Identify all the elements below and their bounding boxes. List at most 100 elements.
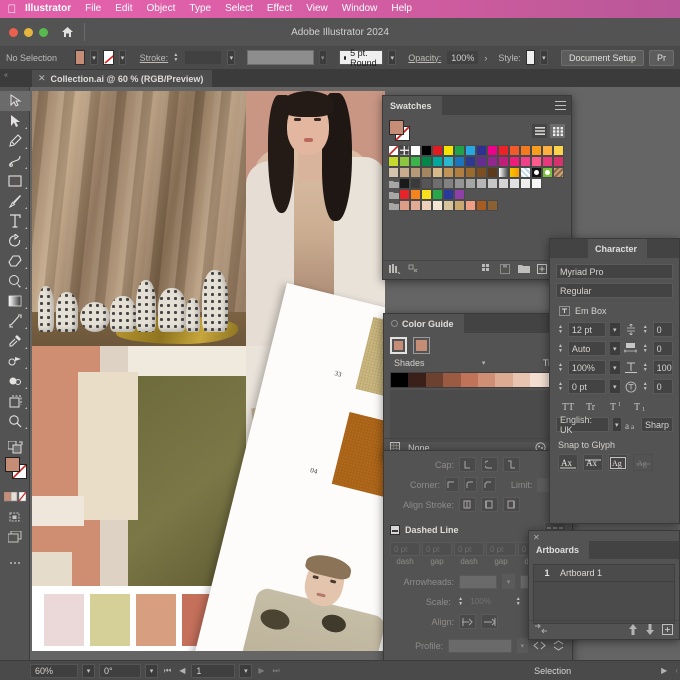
swatch-grid[interactable] [383, 145, 571, 211]
kerning-stepper[interactable]: ▲ ▼ [641, 322, 650, 337]
superscript-icon[interactable]: T1 [608, 398, 624, 413]
swatch-color[interactable] [487, 167, 498, 178]
fill-swatch-button[interactable] [74, 50, 86, 65]
swatch-row[interactable] [388, 145, 566, 156]
type-tool[interactable] [0, 211, 30, 231]
bevel-join-button[interactable] [482, 477, 497, 492]
swatch-row[interactable] [388, 200, 566, 211]
paintbrush-tool[interactable] [0, 191, 30, 211]
stroke-label[interactable]: Stroke: [140, 53, 169, 63]
swatch-color[interactable] [531, 156, 542, 167]
scale-end-stepper[interactable]: ▲ ▼ [513, 594, 523, 609]
folder-icon[interactable] [388, 200, 399, 211]
swatch-gray[interactable] [531, 178, 542, 189]
live-paint-tool[interactable] [0, 371, 30, 391]
swatch-color[interactable] [443, 200, 454, 211]
swatch-color[interactable] [421, 200, 432, 211]
maximize-window-button[interactable] [39, 27, 48, 37]
font-size-stepper[interactable]: ▲ ▼ [556, 322, 565, 337]
swatch-color[interactable] [487, 156, 498, 167]
panel-menu-icon[interactable] [555, 101, 566, 110]
swatch-color[interactable] [432, 167, 443, 178]
default-fill-stroke-icon[interactable] [0, 437, 30, 457]
next-page-icon[interactable]: ▶ [256, 666, 266, 675]
color-guide-variations-area[interactable] [390, 390, 566, 442]
swatch-color[interactable] [454, 156, 465, 167]
tab-color-guide[interactable]: Color Guide [384, 314, 464, 333]
swatch-registration[interactable] [399, 145, 410, 156]
butt-cap-button[interactable] [459, 457, 476, 472]
font-family-field[interactable]: Myriad Pro [556, 264, 673, 279]
swatch-gray[interactable] [443, 178, 454, 189]
fill-dropdown-caret-icon[interactable]: ▾ [90, 50, 98, 65]
swatch-pattern[interactable] [531, 167, 542, 178]
minimize-window-button[interactable] [24, 27, 33, 37]
swatch-gray[interactable] [421, 178, 432, 189]
color-guide-panel[interactable]: Color Guide ▾ Shades ▾ Tints [383, 313, 573, 458]
baseline-shift-field[interactable]: 0 pt [567, 379, 606, 394]
brush-definition-field[interactable]: 5 pt. Round [338, 48, 384, 68]
swatch-color[interactable] [454, 167, 465, 178]
swatch-none[interactable] [388, 145, 399, 156]
swatch-color[interactable] [553, 145, 564, 156]
swatch-color[interactable] [542, 145, 553, 156]
swatch-color[interactable] [410, 200, 421, 211]
profile-caret-icon[interactable]: ▾ [516, 638, 528, 653]
direct-selection-tool[interactable] [0, 111, 30, 131]
swatch-color[interactable] [432, 156, 443, 167]
miter-join-button[interactable] [445, 477, 459, 492]
swatch-gray[interactable] [432, 178, 443, 189]
swatch-color[interactable] [432, 200, 443, 211]
swatch-color[interactable] [388, 167, 399, 178]
snap-baseline-button[interactable]: Ax [558, 454, 578, 471]
swatch-pattern[interactable] [542, 167, 553, 178]
shades-tints-strip[interactable] [390, 372, 566, 388]
artboards-list[interactable]: 1 Artboard 1 [533, 564, 675, 624]
swatch-color[interactable] [399, 189, 410, 200]
swatch-color[interactable] [465, 156, 476, 167]
blend-tool[interactable] [0, 351, 30, 371]
align-inside-button[interactable] [481, 497, 498, 512]
swatch-color[interactable] [476, 145, 487, 156]
pen-tool[interactable] [0, 131, 30, 151]
align-outside-button[interactable] [503, 497, 520, 512]
swatch-color[interactable] [443, 167, 454, 178]
tracking-field[interactable]: 0 [652, 341, 673, 356]
fill-stroke-indicator[interactable] [0, 457, 29, 487]
swatch-color[interactable] [498, 156, 509, 167]
font-size-caret-icon[interactable]: ▾ [608, 322, 621, 337]
horizontal-scale-field[interactable]: 100% [567, 360, 606, 375]
document-tab[interactable]: ✕ Collection.ai @ 60 % (RGB/Preview) [32, 70, 213, 87]
swatch-color[interactable] [443, 145, 454, 156]
em-box-row[interactable]: Em Box [556, 303, 673, 318]
swatch-color[interactable] [520, 156, 531, 167]
stroke-profile-field[interactable] [247, 50, 314, 65]
dash-field-2[interactable]: 0 pt [454, 542, 484, 556]
baseline-shift-caret-icon[interactable]: ▾ [608, 379, 621, 394]
artboards-panel[interactable]: ✕ Artboards 1 Artboard 1 [528, 530, 680, 640]
swatch-color[interactable] [454, 145, 465, 156]
menu-edit[interactable]: Edit [108, 0, 139, 18]
small-caps-icon[interactable]: Tr [584, 398, 600, 413]
swatch-row[interactable] [388, 178, 566, 189]
opacity-label[interactable]: Opacity: [408, 53, 441, 63]
swatch-row[interactable] [388, 189, 566, 200]
scale-start-stepper[interactable]: ▲ ▼ [456, 594, 466, 609]
page-caret-icon[interactable]: ▾ [239, 663, 253, 678]
opacity-field[interactable]: 100% [446, 50, 480, 65]
screen-mode-icon[interactable] [0, 527, 30, 547]
selection-tool[interactable] [0, 91, 30, 111]
font-style-field[interactable]: Regular [556, 283, 673, 298]
swatch-gray[interactable] [399, 178, 410, 189]
leading-field[interactable]: Auto [567, 341, 606, 356]
vertical-scale-field[interactable]: 100% [652, 360, 673, 375]
moodboard-photo-ceramics[interactable] [32, 91, 246, 346]
home-icon[interactable] [59, 24, 75, 40]
swatch-color[interactable] [399, 156, 410, 167]
folder-icon[interactable] [388, 178, 399, 189]
swatch-black[interactable] [421, 145, 432, 156]
swatch-color[interactable] [399, 200, 410, 211]
zoom-tool[interactable] [0, 411, 30, 431]
eyedropper-tool[interactable] [0, 331, 30, 351]
document-setup-button[interactable]: Document Setup [560, 49, 645, 66]
